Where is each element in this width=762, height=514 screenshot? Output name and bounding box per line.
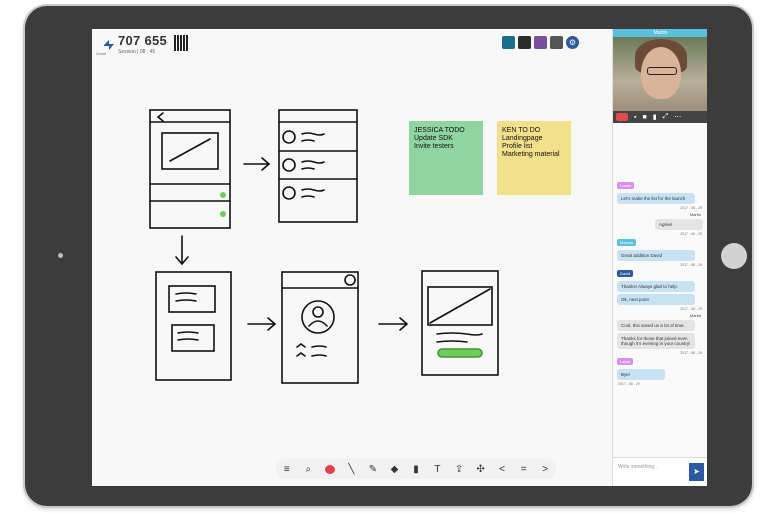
more-icon[interactable]: ⋯ — [674, 113, 681, 121]
sticky-note-jessica[interactable]: JESSICA TODO Update SDK Invite testers — [409, 121, 483, 195]
sticky-note-line: JESSICA TODO — [414, 127, 465, 134]
sticky-note-line: Marketing material — [502, 151, 560, 158]
next-page-icon[interactable]: > — [540, 464, 550, 475]
chat-timestamp: 2017 - 08 - 29 — [680, 232, 702, 236]
sticky-note-icon[interactable]: ▮ — [411, 464, 421, 475]
pencil-icon[interactable]: ✎ — [368, 464, 378, 475]
camera-icon[interactable]: ■ — [642, 114, 646, 121]
chat-author: Martin — [689, 313, 701, 318]
page-indicator: = — [520, 463, 527, 475]
whiteboard-canvas[interactable]: 707 655 Session | 08 : 45 Zoom ⚙ JESSICA… — [92, 29, 612, 486]
chat-author: Marcus — [617, 239, 637, 246]
send-icon[interactable]: ➤ — [689, 463, 704, 481]
chat-timestamp: 2017 - 08 - 29 — [680, 263, 702, 267]
chat-timestamp: 2017 - 08 - 29 — [618, 382, 640, 386]
eraser-icon[interactable]: ◆ — [389, 464, 399, 475]
text-tool-icon[interactable]: T — [432, 464, 442, 475]
chat-timestamp: 2017 - 08 - 29 — [680, 351, 702, 355]
chat-messages: Lorem Let's make the list for the launch… — [615, 179, 705, 386]
sticky-note-line: Landingpage — [502, 135, 543, 142]
chat-bubble: Agree! — [655, 219, 703, 230]
chat-timestamp: 2017 - 08 - 29 — [680, 206, 702, 210]
chat-author: Laura — [617, 358, 634, 365]
chat-bubble: Thanks for those that joined even though… — [617, 333, 695, 349]
pen-icon[interactable]: ╲ — [346, 464, 356, 475]
chat-timestamp: 2017 - 08 - 29 — [680, 307, 702, 311]
sticky-note-line: Invite testers — [414, 143, 454, 150]
upload-icon[interactable]: ⇪ — [454, 464, 464, 475]
sticky-note-line: Update SDK — [414, 135, 453, 142]
sticky-note-line: Profile list — [502, 143, 533, 150]
drawing-toolbar: ≡ ⌕ ╲ ✎ ◆ ▮ T ⇪ ✣ < = > — [276, 459, 556, 479]
chat-bubble: Let's make the list for the launch — [617, 193, 695, 204]
wireframe-sketch — [149, 109, 499, 384]
app-screen: 707 655 Session | 08 : 45 Zoom ⚙ JESSICA… — [92, 29, 707, 486]
chat-bubble: Cool, this saved us a lot of time. — [617, 320, 695, 331]
color-picker-icon[interactable] — [324, 464, 335, 474]
video-controls: ▪ ■ ▮ ⤢ ⋯ — [613, 111, 707, 123]
video-person-glasses — [647, 67, 677, 75]
previous-page-icon[interactable]: < — [497, 464, 507, 475]
chat-author: David — [617, 270, 634, 277]
mic-icon[interactable]: ▮ — [653, 113, 657, 121]
tablet-camera — [58, 253, 63, 258]
sticky-note-ken[interactable]: KEN TO DO Landingpage Profile list Marke… — [497, 121, 571, 195]
lasso-icon[interactable]: ⌕ — [303, 464, 313, 475]
sticky-note-line: KEN TO DO — [502, 127, 541, 134]
chat-bubble: Great addition David — [617, 250, 695, 261]
chat-input[interactable]: Write something... ➤ — [613, 457, 707, 486]
chat-bubble: Bye! — [617, 369, 665, 380]
chat-icon[interactable]: ▪ — [634, 114, 636, 121]
chat-bubble: Thanks! Always glad to help. — [617, 281, 695, 292]
tablet-home-button[interactable] — [721, 243, 747, 269]
menu-icon[interactable]: ≡ — [282, 464, 292, 475]
video-feed[interactable] — [613, 37, 707, 111]
chat-bubble: Ok, next point — [617, 294, 695, 305]
chat-author: Martin — [689, 212, 701, 217]
move-icon[interactable]: ✣ — [476, 464, 486, 475]
chat-input-placeholder: Write something... — [618, 464, 659, 470]
side-panel: Martin ▪ ■ ▮ ⤢ ⋯ Lorem Let's make the li… — [612, 29, 707, 486]
chat-author: Lorem — [617, 182, 635, 189]
fullscreen-icon[interactable]: ⤢ — [663, 113, 669, 121]
hang-up-icon[interactable] — [616, 113, 628, 121]
video-name: Martin — [613, 29, 707, 37]
